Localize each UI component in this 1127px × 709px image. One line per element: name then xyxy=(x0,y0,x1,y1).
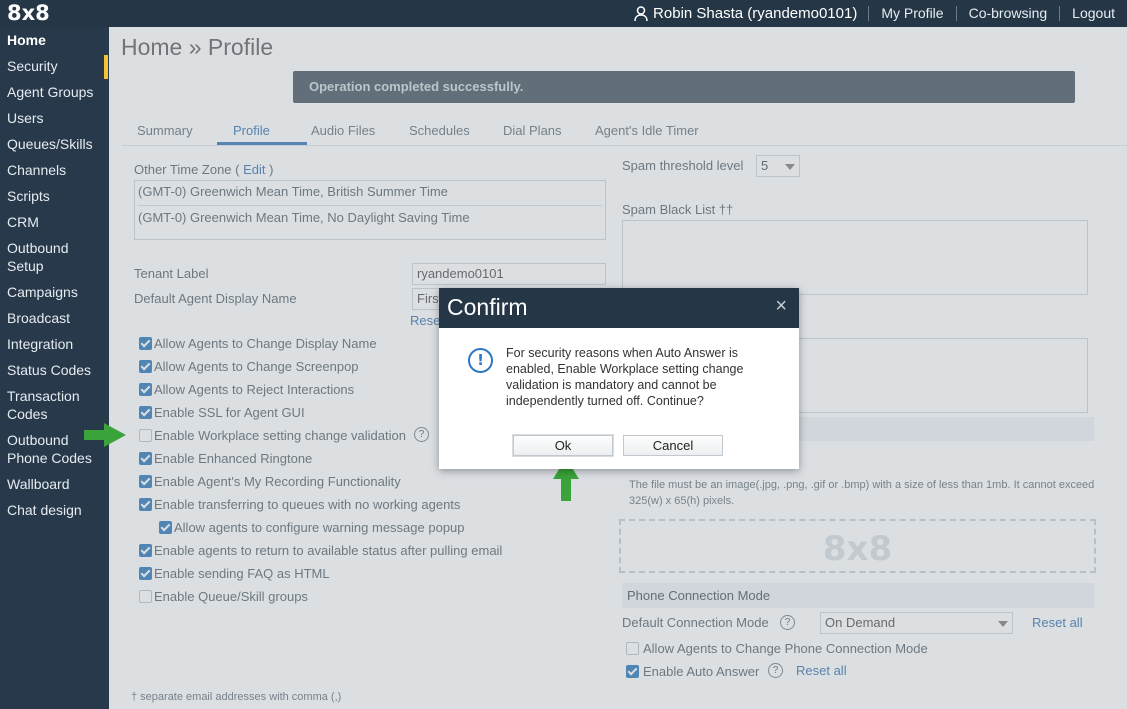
user-menu[interactable]: Robin Shasta (ryandemo0101) xyxy=(623,5,868,22)
sidebar-item-wallboard[interactable]: Wallboard xyxy=(7,475,70,493)
sidebar-item-agent-groups[interactable]: Agent Groups xyxy=(7,83,93,101)
sidebar-item-status-codes[interactable]: Status Codes xyxy=(7,361,91,379)
top-bar: 8x8 Robin Shasta (ryandemo0101) My Profi… xyxy=(0,0,1127,27)
my-profile-link[interactable]: My Profile xyxy=(868,6,955,21)
sidebar-item-outbound-setup[interactable]: Outbound Setup xyxy=(7,239,69,275)
sidebar-item-channels[interactable]: Channels xyxy=(7,161,66,179)
sidebar-item-transaction-codes[interactable]: Transaction Codes xyxy=(7,387,80,423)
sidebar: Home Security Agent Groups Users Queues/… xyxy=(0,27,109,709)
active-indicator xyxy=(104,55,108,79)
confirm-dialog: Confirm × ! For security reasons when Au… xyxy=(439,288,799,469)
arrow-right-icon xyxy=(84,423,126,447)
info-icon: ! xyxy=(468,348,493,373)
dialog-message: For security reasons when Auto Answer is… xyxy=(506,346,744,408)
logout-link[interactable]: Logout xyxy=(1059,6,1127,21)
close-icon[interactable]: × xyxy=(775,295,787,317)
ok-button[interactable]: Ok xyxy=(513,435,613,456)
dialog-title: Confirm xyxy=(447,294,528,320)
sidebar-item-users[interactable]: Users xyxy=(7,109,44,127)
sidebar-item-security[interactable]: Security xyxy=(7,57,58,75)
top-nav: Robin Shasta (ryandemo0101) My Profile C… xyxy=(623,0,1127,27)
sidebar-item-queues-skills[interactable]: Queues/Skills xyxy=(7,135,93,153)
user-icon xyxy=(634,6,648,21)
sidebar-item-outbound-phone-codes[interactable]: Outbound Phone Codes xyxy=(7,431,92,467)
sidebar-item-broadcast[interactable]: Broadcast xyxy=(7,309,70,327)
sidebar-item-integration[interactable]: Integration xyxy=(7,335,73,353)
sidebar-item-chat-design[interactable]: Chat design xyxy=(7,501,82,519)
user-name: Robin Shasta (ryandemo0101) xyxy=(653,5,858,22)
sidebar-item-campaigns[interactable]: Campaigns xyxy=(7,283,78,301)
sidebar-item-crm[interactable]: CRM xyxy=(7,213,39,231)
cancel-button[interactable]: Cancel xyxy=(623,435,723,456)
dialog-header: Confirm × xyxy=(439,288,799,328)
sidebar-item-home[interactable]: Home xyxy=(7,31,46,49)
logo: 8x8 xyxy=(7,1,50,25)
co-browsing-link[interactable]: Co-browsing xyxy=(955,6,1060,21)
sidebar-item-scripts[interactable]: Scripts xyxy=(7,187,50,205)
